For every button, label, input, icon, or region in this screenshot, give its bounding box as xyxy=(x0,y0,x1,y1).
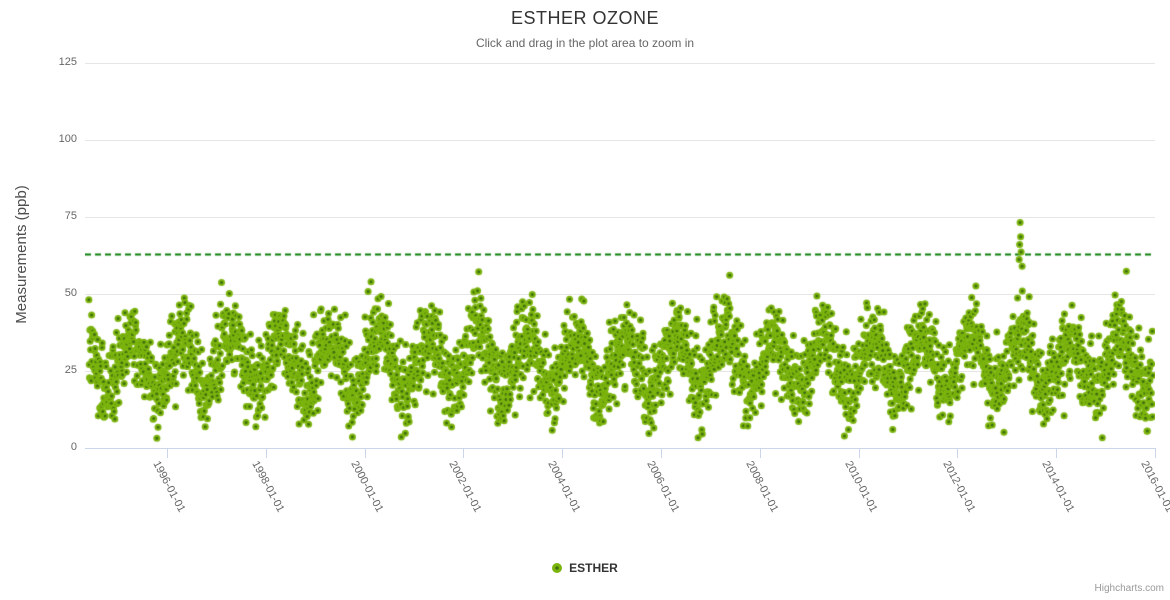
x-axis-tick-label: 1998-01-01 xyxy=(249,459,287,515)
highcharts-container: ESTHER OZONE Click and drag in the plot … xyxy=(0,0,1170,600)
x-axis-tick xyxy=(858,448,860,458)
x-axis-tick-label: 2016-01-01 xyxy=(1138,459,1170,515)
scatter-canvas[interactable] xyxy=(85,63,1155,448)
legend-label: ESTHER xyxy=(569,561,618,575)
x-axis-tick-label: 1996-01-01 xyxy=(150,459,188,515)
x-axis-tick xyxy=(1155,448,1156,458)
chart-subtitle: Click and drag in the plot area to zoom … xyxy=(475,36,695,50)
y-axis-tick-label: 100 xyxy=(58,133,77,145)
y-axis-tick-label: 50 xyxy=(64,287,77,299)
x-axis-tick xyxy=(167,448,168,458)
chart-title: ESTHER OZONE xyxy=(510,8,659,28)
x-axis-tick-label: 2010-01-01 xyxy=(841,459,880,515)
x-axis-tick-label: 2014-01-01 xyxy=(1039,459,1077,515)
x-axis-tick xyxy=(562,448,564,458)
x-axis-tick-label: 2012-01-01 xyxy=(940,459,978,515)
legend-item-esther[interactable]: ESTHER xyxy=(552,561,618,575)
y-axis-tick-label: 25 xyxy=(64,364,77,376)
plot-area[interactable] xyxy=(85,62,1155,449)
legend: ESTHER xyxy=(0,561,1170,575)
x-axis-tick xyxy=(463,448,465,458)
x-axis-tick-label: 2000-01-01 xyxy=(347,459,386,515)
x-axis-tick xyxy=(1056,448,1058,458)
y-axis-tick-label: 0 xyxy=(70,441,77,453)
highcharts-credit-link[interactable]: Highcharts.com xyxy=(1095,583,1164,594)
y-axis-tick-label: 75 xyxy=(64,210,77,222)
x-axis-tick xyxy=(265,448,267,458)
legend-marker-icon xyxy=(552,563,563,573)
x-axis-tick-label: 2006-01-01 xyxy=(644,459,682,515)
x-axis-tick xyxy=(957,448,959,458)
x-axis-tick-label: 2008-01-01 xyxy=(743,459,781,515)
x-axis-tick-label: 2004-01-01 xyxy=(545,459,583,515)
x-axis-tick xyxy=(364,448,366,458)
x-axis-tick xyxy=(661,448,662,458)
y-axis-title: Measurements (ppb) xyxy=(13,185,30,324)
x-axis-tick-label: 2002-01-01 xyxy=(446,459,484,515)
x-axis-tick xyxy=(759,448,761,458)
y-axis-tick-label: 125 xyxy=(58,56,77,68)
